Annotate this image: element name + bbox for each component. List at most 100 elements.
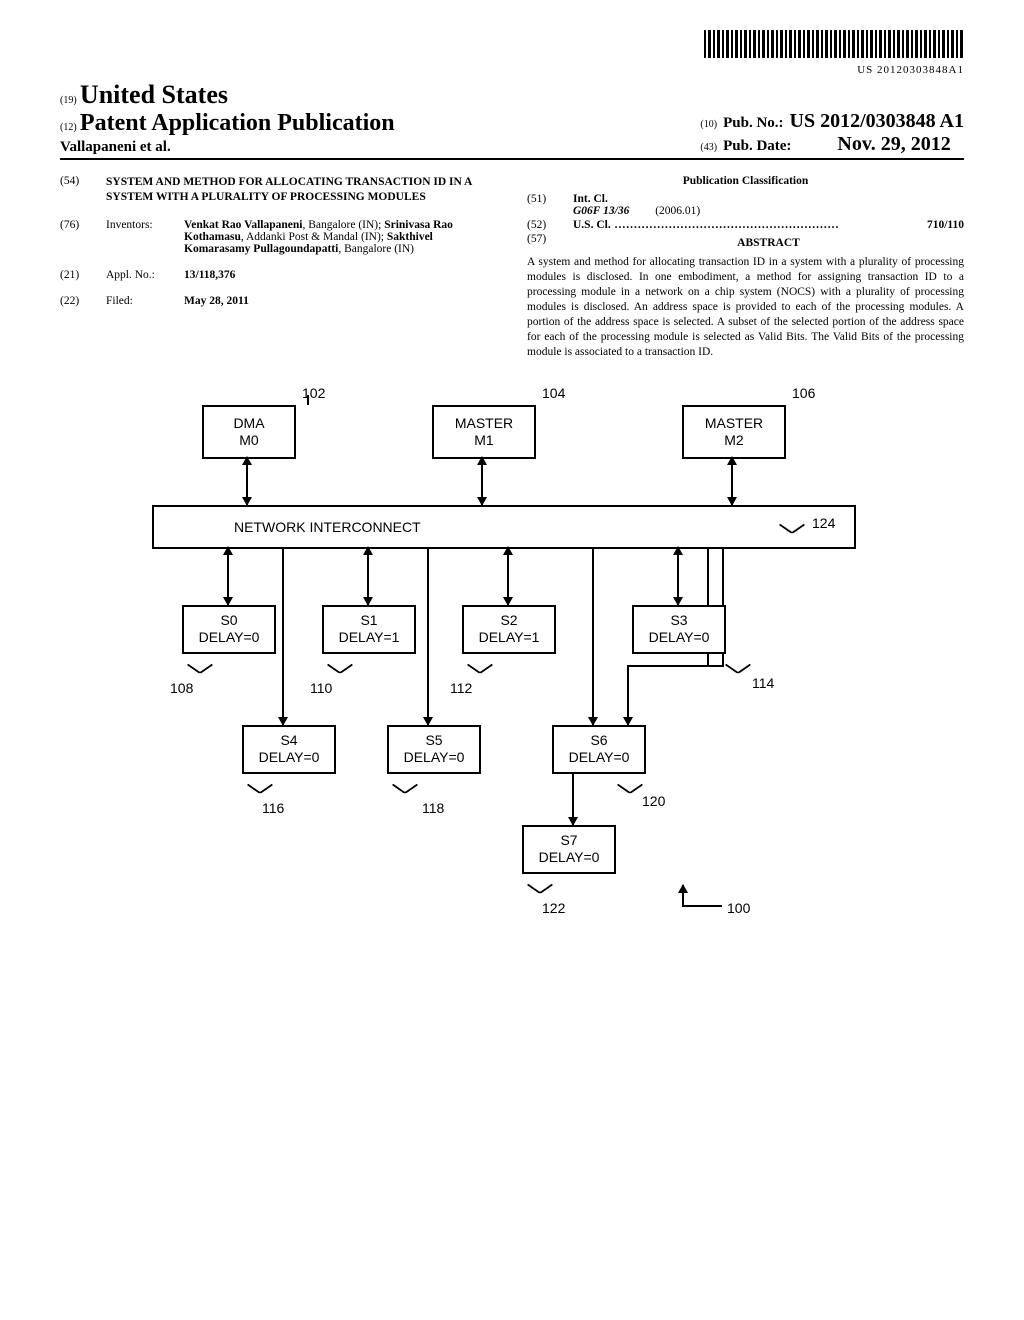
intcl-label: Int. Cl. bbox=[573, 193, 608, 205]
network-interconnect: NETWORK INTERCONNECT bbox=[152, 505, 856, 549]
leader-tick-icon bbox=[617, 775, 644, 794]
block-label: S0 bbox=[220, 612, 237, 629]
arrow-icon bbox=[427, 547, 429, 725]
block-label: S1 bbox=[360, 612, 377, 629]
left-column: (54) SYSTEM AND METHOD FOR ALLOCATING TR… bbox=[60, 175, 497, 360]
authors-line: Vallapaneni et al. bbox=[60, 139, 700, 156]
ref-110: 110 bbox=[310, 680, 332, 696]
block-s0: S0 DELAY=0 bbox=[182, 605, 276, 654]
field-51: (51) bbox=[527, 193, 555, 217]
field-54: (54) bbox=[60, 175, 88, 205]
leader-tick-icon bbox=[327, 655, 354, 674]
field-57: (57) bbox=[527, 233, 555, 253]
block-label: S5 bbox=[425, 732, 442, 749]
leader-tick-icon bbox=[247, 775, 274, 794]
ref-122: 122 bbox=[542, 900, 565, 916]
filed-label: Filed: bbox=[106, 295, 166, 307]
block-label: S4 bbox=[280, 732, 297, 749]
header-right: (10) Pub. No.: US 2012/0303848 A1 (43) P… bbox=[700, 110, 964, 156]
block-s7: S7 DELAY=0 bbox=[522, 825, 616, 874]
ref-100: 100 bbox=[727, 900, 750, 916]
block-s1: S1 DELAY=1 bbox=[322, 605, 416, 654]
connector-line bbox=[682, 905, 722, 907]
country: United States bbox=[80, 80, 228, 109]
ref-114: 114 bbox=[752, 675, 774, 691]
pub-type: Patent Application Publication bbox=[80, 110, 395, 136]
arrow-icon bbox=[227, 547, 229, 605]
field-43: (43) bbox=[700, 142, 717, 153]
block-delay: DELAY=0 bbox=[649, 629, 710, 646]
block-label: S6 bbox=[590, 732, 607, 749]
field-52: (52) bbox=[527, 219, 555, 231]
ref-118: 118 bbox=[422, 800, 444, 816]
field-22: (22) bbox=[60, 295, 88, 307]
ref-120: 120 bbox=[642, 793, 665, 809]
arrow-icon bbox=[481, 457, 483, 505]
block-delay: DELAY=0 bbox=[539, 849, 600, 866]
leader-tick-icon bbox=[527, 875, 554, 894]
uscl-label: U.S. Cl. bbox=[573, 219, 839, 231]
pub-date: Nov. 29, 2012 bbox=[837, 133, 950, 156]
block-s4: S4 DELAY=0 bbox=[242, 725, 336, 774]
classification-heading: Publication Classification bbox=[527, 175, 964, 187]
arrow-icon bbox=[677, 547, 679, 605]
ref-102: 102 bbox=[302, 385, 325, 401]
block-delay: DELAY=0 bbox=[259, 749, 320, 766]
block-s3: S3 DELAY=0 bbox=[632, 605, 726, 654]
arrow-icon bbox=[682, 885, 684, 905]
intcl-version: (2006.01) bbox=[655, 205, 700, 217]
block-delay: DELAY=1 bbox=[339, 629, 400, 646]
invention-title: SYSTEM AND METHOD FOR ALLOCATING TRANSAC… bbox=[106, 175, 497, 205]
ref-112: 112 bbox=[450, 680, 472, 696]
leader-tick-icon bbox=[187, 655, 214, 674]
arrow-icon bbox=[367, 547, 369, 605]
pub-no-label: Pub. No.: bbox=[723, 115, 783, 132]
arrow-icon bbox=[592, 547, 594, 725]
inventors-label: Inventors: bbox=[106, 219, 166, 255]
block-delay: DELAY=0 bbox=[569, 749, 630, 766]
block-master-m2: MASTER M2 bbox=[682, 405, 786, 459]
field-10: (10) bbox=[700, 119, 717, 130]
appl-no-label: Appl. No.: bbox=[106, 269, 166, 281]
block-label: MASTER M1 bbox=[455, 415, 513, 449]
intcl-code: G06F 13/36 bbox=[573, 205, 629, 217]
arrow-icon bbox=[246, 457, 248, 505]
barcode-region: US 20120303848A1 bbox=[60, 30, 964, 76]
field-76: (76) bbox=[60, 219, 88, 255]
biblio-columns: (54) SYSTEM AND METHOD FOR ALLOCATING TR… bbox=[60, 175, 964, 360]
arrow-icon bbox=[282, 547, 284, 725]
header-left: (19) United States (12) Patent Applicati… bbox=[60, 80, 700, 156]
block-label: DMA M0 bbox=[233, 415, 264, 449]
ref-116: 116 bbox=[262, 800, 284, 816]
leader-tick-icon bbox=[725, 655, 752, 674]
header: (19) United States (12) Patent Applicati… bbox=[60, 80, 964, 160]
ref-108: 108 bbox=[170, 680, 193, 696]
block-label: S7 bbox=[560, 832, 577, 849]
barcode-icon bbox=[704, 30, 964, 58]
field-12: (12) bbox=[60, 122, 77, 133]
leader-tick-icon bbox=[392, 775, 419, 794]
figure-1: DMA M0 102 MASTER M1 104 MASTER M2 106 N… bbox=[152, 385, 872, 1105]
field-21: (21) bbox=[60, 269, 88, 281]
block-s5: S5 DELAY=0 bbox=[387, 725, 481, 774]
block-label: S2 bbox=[500, 612, 517, 629]
arrow-icon bbox=[627, 665, 629, 725]
appl-no: 13/118,376 bbox=[184, 269, 497, 281]
abstract-heading: ABSTRACT bbox=[573, 237, 964, 249]
right-column: Publication Classification (51) Int. Cl.… bbox=[527, 175, 964, 360]
block-label: S3 bbox=[670, 612, 687, 629]
abstract-text: A system and method for allocating trans… bbox=[527, 255, 964, 360]
inventors: Venkat Rao Vallapaneni, Bangalore (IN); … bbox=[184, 219, 497, 255]
leader-tick-icon bbox=[467, 655, 494, 674]
pub-no: US 2012/0303848 A1 bbox=[790, 110, 964, 133]
barcode-number: US 20120303848A1 bbox=[60, 64, 964, 76]
block-delay: DELAY=1 bbox=[479, 629, 540, 646]
pub-date-label: Pub. Date: bbox=[723, 138, 791, 155]
arrow-icon bbox=[731, 457, 733, 505]
ref-104: 104 bbox=[542, 385, 565, 401]
block-s2: S2 DELAY=1 bbox=[462, 605, 556, 654]
leader-line bbox=[307, 395, 309, 405]
ref-106: 106 bbox=[792, 385, 815, 401]
field-19: (19) bbox=[60, 95, 77, 106]
interconnect-label: NETWORK INTERCONNECT bbox=[234, 519, 421, 535]
